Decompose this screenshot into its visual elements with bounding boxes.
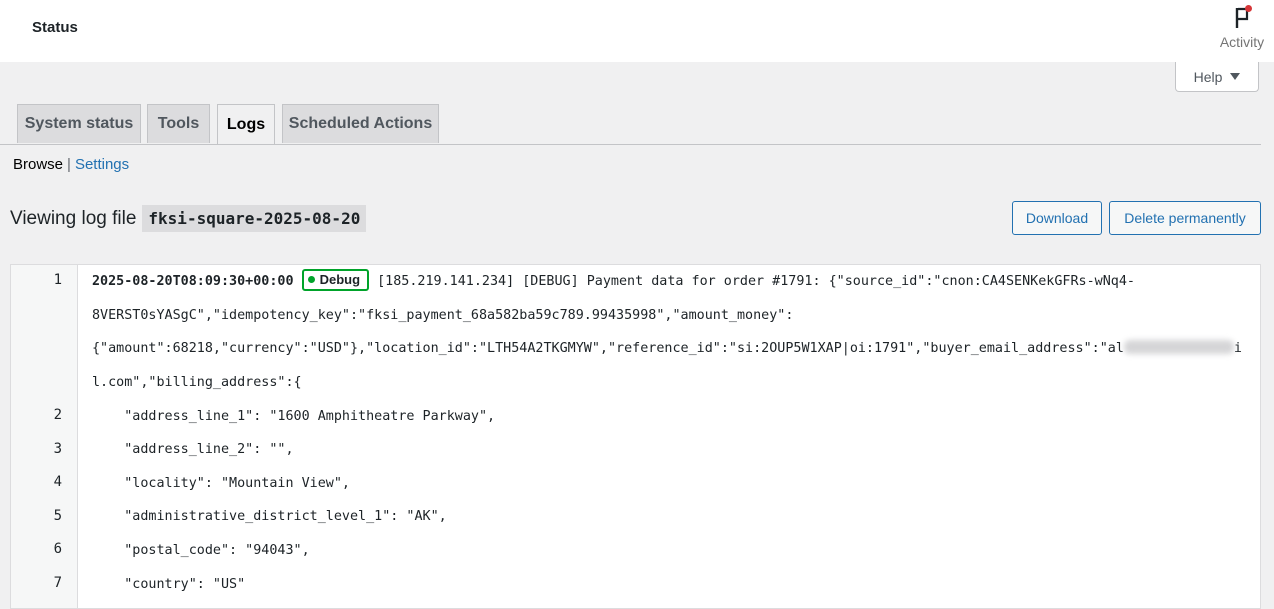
log-line: "address_line_1": "1600 Amphitheatre Par… [92, 409, 496, 424]
line-number: 5 [53, 508, 62, 524]
line-number: 6 [53, 541, 62, 557]
log-text: [185.219.141.234] [DEBUG] Payment data f… [369, 274, 1135, 289]
log-line: "address_line_2": "", [92, 442, 294, 457]
activity-label: Activity [1219, 34, 1265, 50]
log-line: "country": "US" [92, 577, 246, 592]
redacted-email-blur [1123, 340, 1234, 354]
log-text: {"amount":68218,"currency":"USD"},"locat… [92, 341, 1124, 356]
line-number: 4 [53, 474, 62, 490]
debug-level-badge: Debug [301, 269, 370, 291]
line-number: 1 [53, 272, 62, 288]
tab-scheduled-actions[interactable]: Scheduled Actions [282, 104, 439, 143]
tab-tools[interactable]: Tools [147, 104, 210, 143]
log-line-wrap: 8VERST0sYASgC","idempotency_key":"fksi_p… [92, 308, 794, 323]
sub-navigation: Browse | Settings [13, 156, 129, 173]
level-label: Debug [319, 272, 361, 287]
line-number-gutter: 1 2 3 4 5 6 7 [11, 265, 78, 608]
download-button[interactable]: Download [1012, 201, 1102, 235]
delete-permanently-button[interactable]: Delete permanently [1109, 201, 1261, 235]
line-number: 7 [53, 575, 62, 591]
tab-logs[interactable]: Logs [217, 104, 275, 144]
log-line: "locality": "Mountain View", [92, 476, 350, 491]
log-viewer: 1 2 3 4 5 6 7 2025-08-20T08:09:30+00:00 … [10, 264, 1261, 609]
help-label: Help [1193, 68, 1223, 85]
subnav-separator: | [67, 156, 71, 173]
subnav-browse: Browse [13, 156, 64, 173]
top-bar: Status Activity [0, 0, 1274, 62]
page-title: Status [32, 19, 78, 36]
line-number: 2 [53, 407, 62, 423]
activity-button[interactable]: Activity [1214, 4, 1270, 54]
log-timestamp: 2025-08-20T08:09:30+00:00 [92, 274, 294, 289]
tab-bar: System status Tools Logs Scheduled Actio… [0, 104, 1261, 145]
log-line-wrap: {"amount":68218,"currency":"USD"},"locat… [92, 332, 1252, 366]
log-filename: fksi-square-2025-08-20 [142, 205, 367, 232]
log-text: i [1233, 341, 1242, 356]
subnav-settings-link[interactable]: Settings [75, 156, 129, 173]
notification-dot [1245, 5, 1252, 12]
log-line: 2025-08-20T08:09:30+00:00 Debug [185.219… [92, 265, 1252, 299]
tab-system-status[interactable]: System status [17, 104, 141, 143]
log-line: "postal_code": "94043", [92, 543, 310, 558]
viewer-title: Viewing log file [10, 207, 137, 229]
caret-down-icon [1230, 73, 1241, 80]
line-number: 3 [53, 441, 62, 457]
viewer-heading: Viewing log file fksi-square-2025-08-20 [10, 205, 367, 232]
log-line-wrap: l.com","billing_address":{ [92, 375, 302, 390]
help-button[interactable]: Help [1175, 62, 1259, 92]
log-line: "administrative_district_level_1": "AK", [92, 509, 447, 524]
level-dot-icon [307, 276, 315, 284]
